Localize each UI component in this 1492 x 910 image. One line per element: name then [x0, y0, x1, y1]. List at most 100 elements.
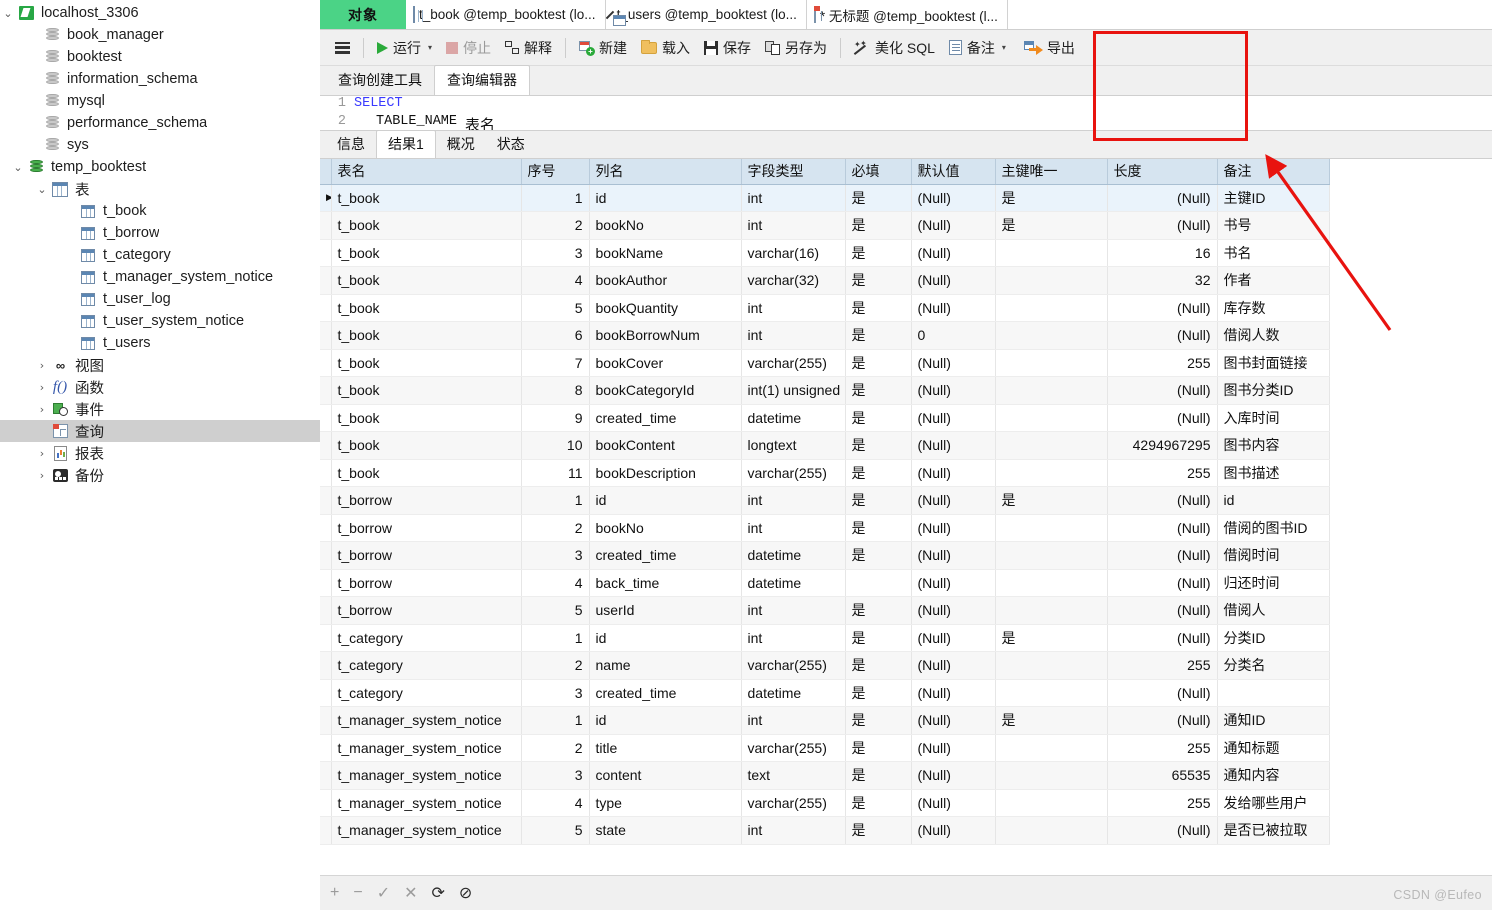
table-cell[interactable]	[995, 541, 1108, 570]
table-cell[interactable]	[1217, 679, 1330, 707]
tab-profile[interactable]: 概况	[436, 131, 486, 158]
tree-node-database[interactable]: › booktest	[0, 46, 320, 68]
table-cell[interactable]: (Null)	[1107, 294, 1218, 322]
table-cell[interactable]: datetime	[741, 541, 846, 570]
row-marker[interactable]	[320, 239, 332, 267]
chevron-right-icon[interactable]: ›	[34, 360, 50, 371]
table-row[interactable]: t_book 2 bookNo int 是 (Null) 是 (Null) 书号	[320, 211, 1330, 240]
table-cell[interactable]: (Null)	[1107, 596, 1218, 625]
table-cell[interactable]: (Null)	[911, 349, 996, 377]
table-row[interactable]: t_category 3 created_time datetime 是 (Null) (N…	[320, 679, 1330, 707]
table-cell[interactable]: bookNo	[589, 514, 742, 542]
tab-info[interactable]: 信息	[326, 131, 376, 158]
row-marker[interactable]	[320, 706, 332, 735]
table-cell[interactable]: 通知标题	[1217, 734, 1330, 762]
table-cell[interactable]: bookContent	[589, 431, 742, 460]
table-cell[interactable]: t_book	[331, 404, 522, 432]
table-cell[interactable]: 是	[845, 734, 912, 762]
table-row[interactable]: t_borrow 4 back_time datetime (Null) (Null) 归还…	[320, 569, 1330, 597]
table-cell[interactable]: int	[741, 596, 846, 625]
table-cell[interactable]: t_borrow	[331, 514, 522, 542]
table-cell[interactable]: t_category	[331, 651, 522, 680]
table-cell[interactable]: 是	[845, 294, 912, 322]
table-cell[interactable]: content	[589, 761, 742, 790]
table-cell[interactable]: t_category	[331, 624, 522, 652]
chevron-down-icon[interactable]: ⌄	[34, 184, 50, 195]
row-marker[interactable]	[320, 486, 332, 515]
table-cell[interactable]: (Null)	[911, 376, 996, 405]
table-cell[interactable]: (Null)	[911, 596, 996, 625]
table-cell[interactable]: (Null)	[911, 569, 996, 597]
table-cell[interactable]: 9	[521, 404, 590, 432]
table-cell[interactable]: 是	[995, 184, 1108, 212]
table-cell[interactable]: datetime	[741, 679, 846, 707]
table-cell[interactable]: (Null)	[1107, 569, 1218, 597]
row-marker[interactable]	[320, 294, 332, 322]
table-cell[interactable]: 作者	[1217, 266, 1330, 295]
apply-changes-button[interactable]: ✓	[377, 883, 390, 903]
stop-loading-button[interactable]: ⊘	[459, 883, 472, 903]
table-cell[interactable]: created_time	[589, 679, 742, 707]
table-cell[interactable]: (Null)	[911, 679, 996, 707]
table-cell[interactable]: 图书描述	[1217, 459, 1330, 487]
table-cell[interactable]	[995, 349, 1108, 377]
column-header-data-type[interactable]: 字段类型	[741, 159, 846, 185]
table-cell[interactable]: longtext	[741, 431, 846, 460]
tree-node-connection[interactable]: ⌄ localhost_3306	[0, 2, 320, 24]
table-cell[interactable]: bookNo	[589, 211, 742, 240]
row-marker[interactable]: ▶	[320, 184, 332, 212]
grid-body[interactable]: ▶t_book1idint是(Null)是(Null)主键IDt_book2bo…	[320, 184, 1330, 845]
table-cell[interactable]: (Null)	[1107, 541, 1218, 570]
tree-node-active-database[interactable]: ⌄ temp_booktest	[0, 156, 320, 178]
table-row[interactable]: t_book 3 bookName varchar(16) 是 (Null) 16 书名	[320, 239, 1330, 267]
export-button[interactable]: 导出	[1017, 34, 1082, 62]
table-cell[interactable]: varchar(255)	[741, 349, 846, 377]
table-cell[interactable]: 3	[521, 239, 590, 267]
sidebar-item-views[interactable]: › ∞ 视图	[0, 354, 320, 376]
table-cell[interactable]: t_borrow	[331, 596, 522, 625]
table-row[interactable]: t_category 1 id int 是 (Null) 是 (Null) 分类ID	[320, 624, 1330, 652]
sidebar-item-queries[interactable]: › 查询	[0, 420, 320, 442]
table-cell[interactable]: 5	[521, 816, 590, 845]
table-cell[interactable]: 是	[845, 679, 912, 707]
table-cell[interactable]	[995, 761, 1108, 790]
tree-node-database[interactable]: › book_manager	[0, 24, 320, 46]
table-row[interactable]: t_book 4 bookAuthor varchar(32) 是 (Null) 32 作者	[320, 266, 1330, 295]
table-cell[interactable]: (Null)	[1107, 679, 1218, 707]
table-cell[interactable]: 32	[1107, 266, 1218, 295]
table-cell[interactable]	[995, 789, 1108, 817]
table-row[interactable]: t_manager_system_notice 2 title varchar(255…	[320, 734, 1330, 762]
row-marker[interactable]	[320, 211, 332, 240]
row-marker[interactable]	[320, 541, 332, 570]
table-cell[interactable]: (Null)	[911, 294, 996, 322]
table-cell[interactable]: varchar(16)	[741, 239, 846, 267]
row-marker[interactable]	[320, 514, 332, 542]
table-cell[interactable]: 是	[845, 706, 912, 735]
chevron-down-icon[interactable]: ▾	[1002, 43, 1006, 52]
save-as-button[interactable]: 另存为	[758, 34, 834, 62]
row-marker[interactable]	[320, 761, 332, 790]
column-header-default[interactable]: 默认值	[911, 159, 996, 185]
table-cell[interactable]: 是	[995, 486, 1108, 515]
row-marker[interactable]	[320, 321, 332, 350]
table-cell[interactable]: int	[741, 624, 846, 652]
table-cell[interactable]: 8	[521, 376, 590, 405]
table-cell[interactable]	[995, 459, 1108, 487]
save-button[interactable]: 保存	[697, 34, 758, 62]
table-cell[interactable]: 是	[845, 266, 912, 295]
table-cell[interactable]: id	[589, 706, 742, 735]
table-cell[interactable]: (Null)	[911, 514, 996, 542]
table-cell[interactable]: 分类ID	[1217, 624, 1330, 652]
sql-editor[interactable]: 1 SELECT 2 TABLE_NAME 表名	[320, 95, 1492, 130]
table-cell[interactable]: varchar(255)	[741, 651, 846, 680]
table-cell[interactable]: title	[589, 734, 742, 762]
stop-button[interactable]: 停止	[439, 34, 498, 62]
table-cell[interactable]: 图书内容	[1217, 431, 1330, 460]
sidebar-item-t-user-log[interactable]: › t_user_log	[0, 288, 320, 310]
tree-node-database[interactable]: › mysql	[0, 90, 320, 112]
sidebar-item-t-borrow[interactable]: › t_borrow	[0, 222, 320, 244]
table-cell[interactable]	[845, 569, 912, 597]
explain-button[interactable]: 解释	[498, 34, 559, 62]
object-tree[interactable]: ⌄ localhost_3306 › book_manager › bookte…	[0, 0, 320, 486]
table-row[interactable]: t_book 8 bookCategoryId int(1) unsigned 是 (Nu…	[320, 376, 1330, 405]
